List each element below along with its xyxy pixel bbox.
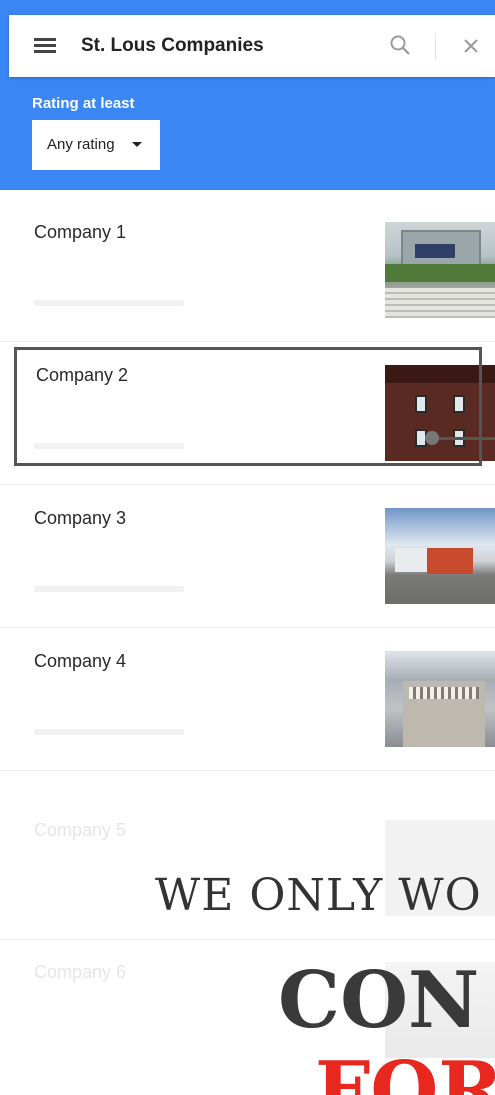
overlay-headline: WE ONLY WO (155, 870, 482, 921)
company-name: Company 3 (34, 508, 127, 528)
list-item-company-2[interactable]: Company 2 (0, 343, 495, 485)
company-thumbnail (385, 222, 495, 318)
company-name: Company 4 (34, 651, 127, 671)
search-bar[interactable]: St. Lous Companies (9, 15, 495, 77)
company-detail-placeholder (34, 586, 184, 592)
overlay-accent-title: FOR (315, 1045, 495, 1095)
company-thumbnail (385, 508, 495, 604)
close-icon[interactable] (461, 36, 481, 56)
search-icon[interactable] (389, 34, 411, 56)
list-item-company-3[interactable]: Company 3 (0, 486, 495, 628)
rating-filter-label: Rating at least (32, 95, 135, 112)
list-item-company-1[interactable]: Company 1 (0, 200, 495, 342)
app-header: St. Lous Companies Rating at least Any r… (0, 0, 495, 190)
list-item-company-4[interactable]: Company 4 (0, 629, 495, 771)
company-detail-placeholder (34, 729, 184, 735)
company-name: Company 1 (34, 222, 127, 242)
page-title: St. Lous Companies (81, 35, 264, 56)
company-name: Company 6 (34, 962, 127, 982)
rating-dropdown-value: Any rating (47, 136, 115, 153)
company-thumbnail (385, 651, 495, 747)
menu-icon[interactable] (34, 38, 56, 54)
callout-connector-dot (425, 431, 439, 445)
company-name: Company 5 (34, 820, 127, 840)
callout-connector-line (432, 437, 495, 440)
company-detail-placeholder (34, 443, 184, 449)
overlay-title: CON (278, 955, 480, 1046)
company-detail-placeholder (34, 300, 184, 306)
company-name: Company 2 (36, 365, 129, 385)
company-thumbnail (385, 365, 495, 461)
rating-dropdown[interactable]: Any rating (32, 120, 160, 170)
caret-down-icon (132, 142, 142, 147)
divider (435, 33, 436, 60)
